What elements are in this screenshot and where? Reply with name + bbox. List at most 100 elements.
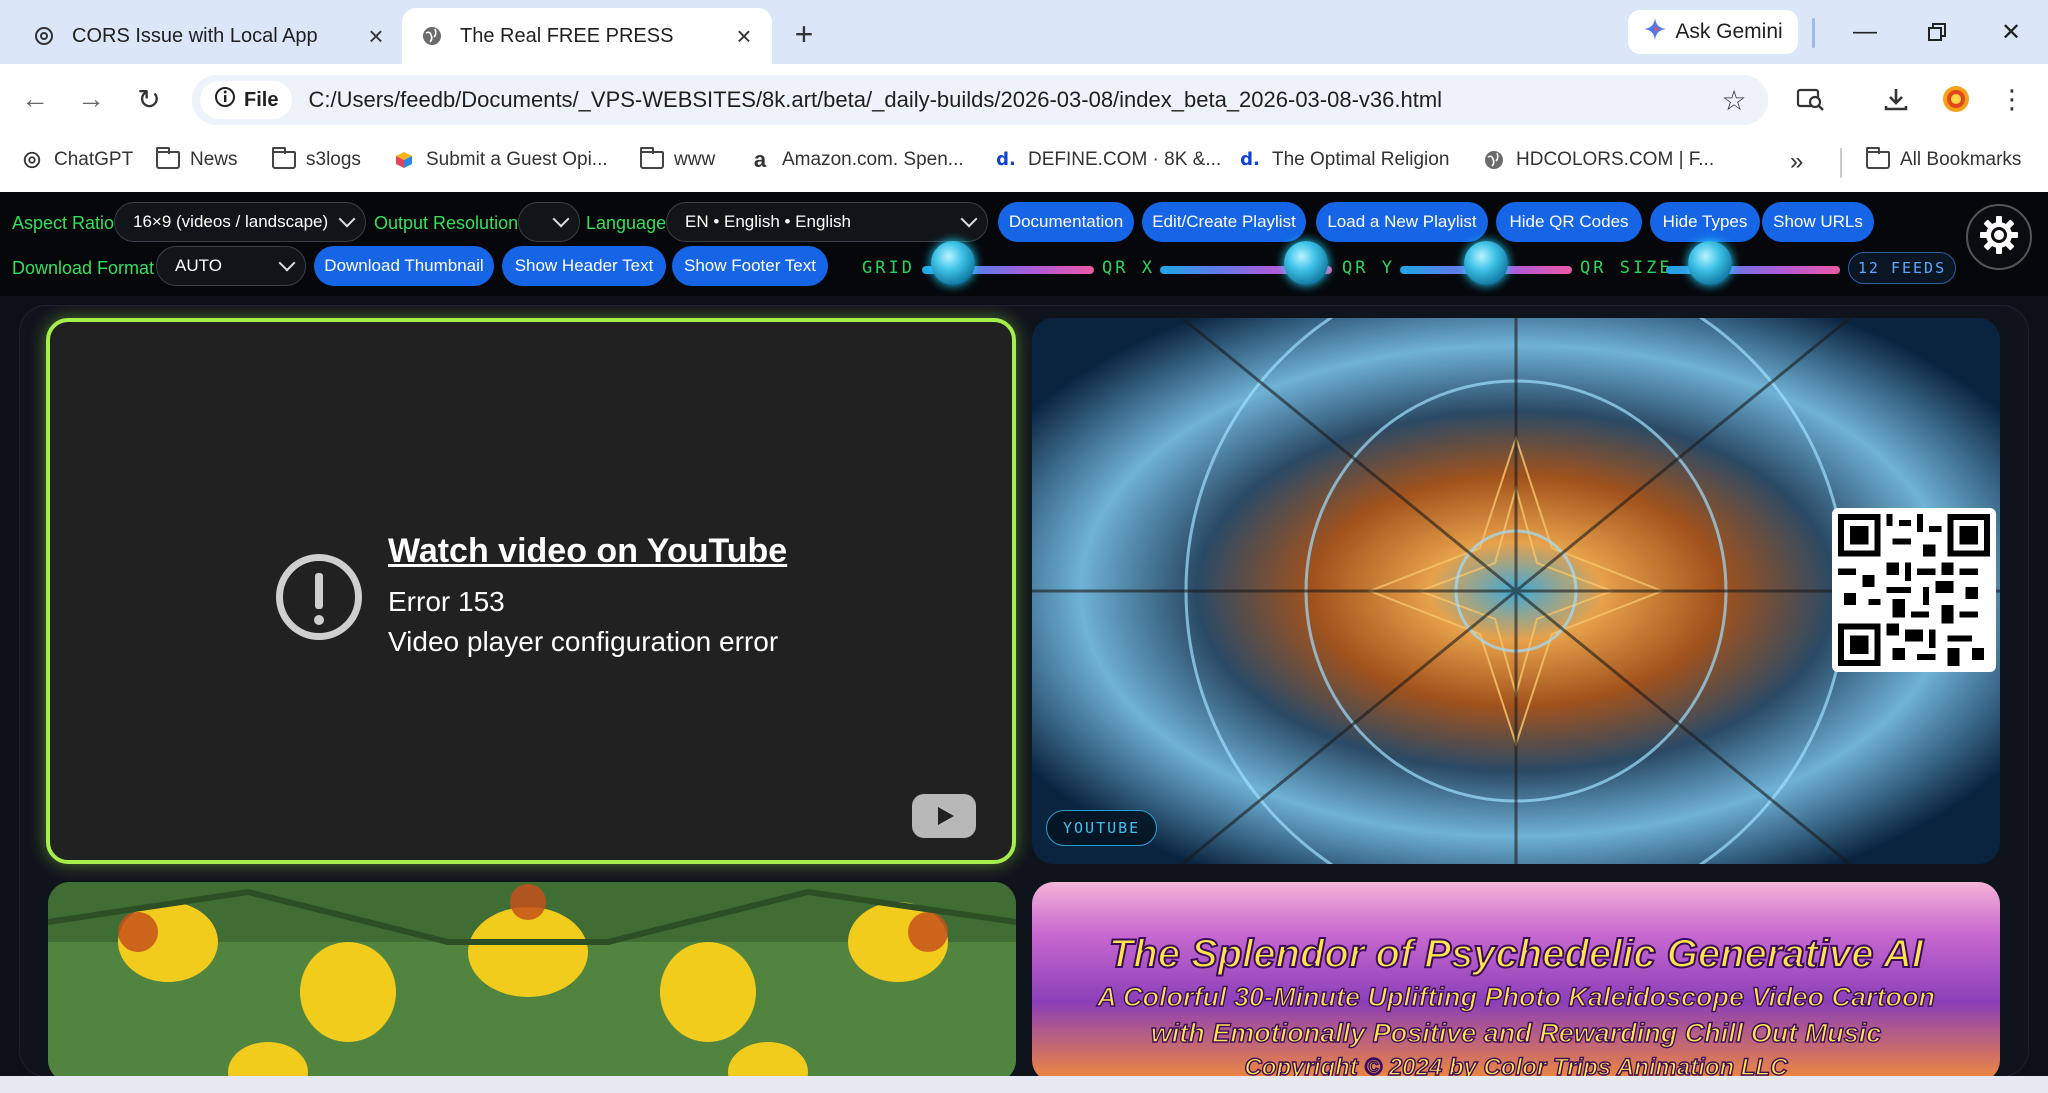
- kebab-menu-icon[interactable]: ⋮: [1990, 78, 2034, 120]
- bookmark-label: The Optimal Religion: [1272, 149, 1450, 170]
- browser-toolbar: ← → ↻ File C:/Users/feedb/Documents/_VPS…: [0, 64, 2048, 134]
- output-resolution-label: Output Resolution: [374, 213, 519, 233]
- site-info-button[interactable]: File: [200, 81, 293, 119]
- folder-icon: [640, 147, 664, 172]
- qr-size-slider-handle[interactable]: [1687, 241, 1732, 285]
- qr-size-slider-label: QR SIZE: [1580, 258, 1673, 278]
- qr-y-slider-label: QR Y: [1342, 258, 1395, 278]
- youtube-play-icon[interactable]: [912, 794, 976, 838]
- bookmark-chatgpt[interactable]: ChatGPT: [20, 148, 133, 172]
- ask-gemini-label: Ask Gemini: [1675, 20, 1783, 43]
- poster-subtitle-1: A Colorful 30-Minute Uplifting Photo Kal…: [1096, 981, 1935, 1012]
- feeds-count-badge: 12 FEEDS: [1848, 252, 1956, 284]
- video-tile-flowers[interactable]: [48, 882, 1016, 1076]
- chevron-down-icon: [960, 210, 978, 228]
- aspect-ratio-value: 16×9 (videos / landscape): [133, 212, 329, 231]
- output-resolution-select[interactable]: [518, 202, 580, 242]
- video-tile-splendor[interactable]: The Splendor of Psychedelic Generative A…: [1032, 882, 2000, 1076]
- aspect-ratio-label: Aspect Ratio: [12, 213, 115, 233]
- poster-subtitle-2: with Emotionally Positive and Rewarding …: [1150, 1017, 1882, 1048]
- tab-free-press[interactable]: The Real FREE PRESS ×: [402, 8, 772, 64]
- url-text[interactable]: C:/Users/feedb/Documents/_VPS-WEBSITES/8…: [308, 87, 1712, 113]
- bookmark-star-icon[interactable]: ☆: [1712, 84, 1756, 117]
- edit-playlist-button[interactable]: Edit/Create Playlist: [1142, 202, 1306, 242]
- bookmarks-overflow-button[interactable]: »: [1790, 148, 1803, 176]
- lens-search-icon[interactable]: [1788, 78, 1832, 120]
- address-bar[interactable]: File C:/Users/feedb/Documents/_VPS-WEBSI…: [192, 75, 1768, 125]
- load-playlist-button[interactable]: Load a New Playlist: [1316, 202, 1488, 242]
- watch-on-youtube-link[interactable]: Watch video on YouTube: [388, 532, 787, 571]
- back-arrow-icon[interactable]: ←: [14, 78, 56, 120]
- chevron-down-icon: [552, 210, 570, 228]
- new-tab-button[interactable]: +: [784, 14, 824, 54]
- bookmark-optimal-religion[interactable]: d. The Optimal Religion: [1238, 148, 1449, 172]
- download-format-select[interactable]: AUTO: [156, 246, 306, 286]
- flowers-image: [48, 882, 1016, 1076]
- qr-code: [1832, 508, 1996, 672]
- close-window-icon[interactable]: ✕: [1980, 8, 2042, 56]
- bookmark-amazon[interactable]: a Amazon.com. Spen...: [748, 147, 964, 172]
- tab-cors-issue[interactable]: CORS Issue with Local App ×: [14, 8, 404, 64]
- bookmark-www[interactable]: www: [640, 147, 716, 172]
- all-bookmarks-button[interactable]: All Bookmarks: [1866, 147, 2022, 172]
- bookmark-label: Submit a Guest Opi...: [426, 149, 608, 170]
- bookmark-label: s3logs: [306, 149, 361, 170]
- download-thumbnail-button[interactable]: Download Thumbnail: [314, 246, 494, 286]
- divider: [1812, 18, 1815, 48]
- bookmark-label: DEFINE.COM · 8K &...: [1028, 149, 1222, 170]
- bookmark-hdcolors[interactable]: HDCOLORS.COM | F...: [1482, 148, 1714, 172]
- divider: [1840, 148, 1842, 178]
- error-code: Error 153: [388, 586, 505, 617]
- chatgpt-icon: [32, 24, 56, 48]
- chevron-down-icon: [278, 254, 296, 272]
- hide-types-button[interactable]: Hide Types: [1650, 202, 1760, 242]
- poster-title: The Splendor of Psychedelic Generative A…: [1108, 931, 1924, 977]
- control-panel: Aspect Ratio 16×9 (videos / landscape) O…: [0, 192, 2048, 296]
- tab-title: CORS Issue with Local App: [72, 24, 318, 47]
- settings-button[interactable]: [1966, 204, 2032, 270]
- video-tile-error[interactable]: Watch video on YouTube Error 153 Video p…: [46, 318, 1016, 864]
- show-urls-button[interactable]: Show URLs: [1762, 202, 1874, 242]
- hide-qr-codes-button[interactable]: Hide QR Codes: [1496, 202, 1642, 242]
- taskbar-strip: [0, 1076, 2048, 1093]
- aspect-ratio-select[interactable]: 16×9 (videos / landscape): [114, 202, 366, 242]
- video-tile-kaleidoscope[interactable]: YOUTUBE: [1032, 318, 2000, 864]
- globe-icon: [1482, 148, 1506, 172]
- bookmark-s3logs[interactable]: s3logs: [272, 147, 361, 172]
- download-icon[interactable]: [1874, 78, 1918, 120]
- grid-slider-label: GRID: [862, 258, 915, 278]
- source-type-badge: YOUTUBE: [1046, 810, 1158, 846]
- reload-icon[interactable]: ↻: [128, 78, 170, 120]
- bookmark-define[interactable]: d. DEFINE.COM · 8K &...: [994, 148, 1221, 172]
- language-label: Language: [586, 213, 667, 233]
- restore-icon[interactable]: [1906, 8, 1968, 56]
- documentation-button[interactable]: Documentation: [998, 202, 1134, 242]
- forward-arrow-icon[interactable]: →: [70, 78, 112, 120]
- gear-icon: [1978, 214, 2020, 261]
- show-header-text-button[interactable]: Show Header Text: [502, 246, 666, 286]
- minimize-icon[interactable]: —: [1834, 8, 1896, 56]
- bookmark-label: www: [674, 149, 716, 170]
- qr-x-slider-handle[interactable]: [1284, 241, 1329, 285]
- globe-icon: [420, 24, 444, 48]
- profile-avatar-icon[interactable]: [1934, 78, 1978, 120]
- close-tab-icon[interactable]: ×: [726, 18, 762, 54]
- show-footer-text-button[interactable]: Show Footer Text: [672, 246, 828, 286]
- ask-gemini-button[interactable]: Ask Gemini: [1628, 10, 1798, 54]
- bookmark-label: All Bookmarks: [1900, 149, 2022, 170]
- qr-y-slider-handle[interactable]: [1464, 241, 1508, 285]
- bookmarks-bar: ChatGPT News s3logs Submit a Guest Opi..…: [0, 134, 2048, 192]
- file-chip-label: File: [244, 88, 279, 111]
- close-tab-icon[interactable]: ×: [358, 18, 394, 54]
- bookmark-guest-opinion[interactable]: Submit a Guest Opi...: [392, 148, 608, 172]
- grid-slider-handle[interactable]: [930, 241, 975, 285]
- bookmark-label: HDCOLORS.COM | F...: [1516, 149, 1715, 170]
- app-page: Aspect Ratio 16×9 (videos / landscape) O…: [0, 192, 2048, 1076]
- cube-icon: [392, 148, 416, 172]
- folder-icon: [272, 147, 296, 172]
- language-select[interactable]: EN • English • English: [666, 202, 988, 242]
- bookmark-news[interactable]: News: [156, 147, 238, 172]
- chatgpt-icon: [20, 148, 44, 172]
- alert-icon: [276, 554, 362, 640]
- define-icon: d.: [1240, 149, 1260, 170]
